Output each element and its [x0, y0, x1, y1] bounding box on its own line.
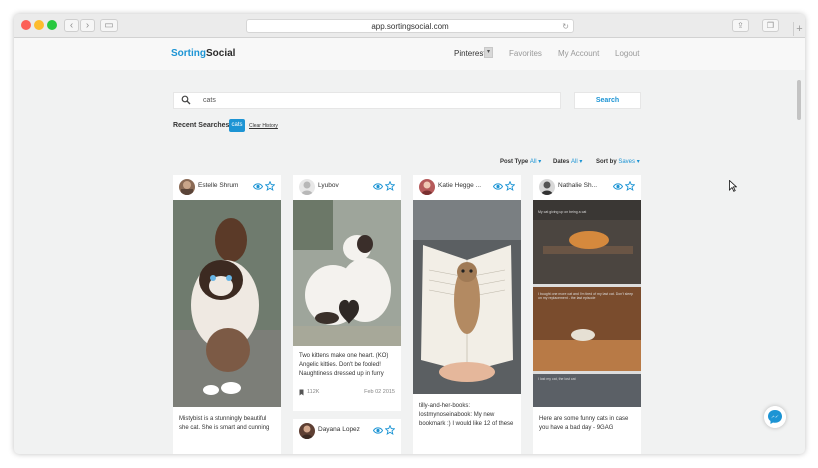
- star-icon[interactable]: [625, 181, 635, 191]
- dates-value: All: [571, 159, 578, 165]
- close-window-button[interactable]: [21, 20, 31, 30]
- logo-part-sorting: Sorting: [171, 48, 206, 59]
- post-type-label: Post Type: [500, 159, 529, 165]
- pin-card[interactable]: Dayana Lopez: [293, 419, 401, 454]
- card-username[interactable]: Estelle Shrum: [198, 182, 238, 189]
- logo-part-social: Social: [206, 48, 236, 59]
- search-icon: [181, 95, 191, 105]
- bookmark-icon: [299, 389, 304, 396]
- pin-card[interactable]: Nathalie Sh... My cat giving up on being…: [533, 175, 641, 454]
- back-button[interactable]: ‹: [64, 19, 79, 32]
- star-icon[interactable]: [385, 181, 395, 191]
- search-button[interactable]: Search: [574, 92, 641, 109]
- share-button[interactable]: ⇪: [732, 19, 749, 32]
- tabs-button[interactable]: ❐: [762, 19, 779, 32]
- sidebar-icon: ▭: [104, 20, 114, 31]
- pin-card[interactable]: Katie Hegge ... tilly-and-her-books: los…: [413, 175, 521, 454]
- avatar[interactable]: [179, 179, 195, 195]
- pin-image[interactable]: [413, 200, 521, 394]
- nav-my-account[interactable]: My Account: [558, 49, 599, 58]
- image-caption: I lost my cat, the lost cat: [538, 377, 576, 381]
- pin-card[interactable]: Lyubov Two kittens make one heart. (KO) …: [293, 175, 401, 411]
- page-content: SortingSocial Pinterest ▾ Favorites My A…: [14, 38, 805, 454]
- network-selector-label[interactable]: Pinterest: [454, 49, 486, 58]
- image-caption: I bought one more cat and I'm tired of m…: [538, 292, 634, 300]
- maximize-window-button[interactable]: [47, 20, 57, 30]
- filter-dates[interactable]: Dates All ▾: [553, 158, 582, 165]
- network-dropdown-button[interactable]: ▾: [484, 47, 493, 58]
- share-icon: ⇪: [737, 21, 744, 30]
- plus-icon: +: [796, 23, 803, 35]
- browser-window: ‹ › ▭ app.sortingsocial.com ↻ ⇪ ❐ + Sort…: [14, 14, 805, 454]
- avatar[interactable]: [419, 179, 435, 195]
- recent-searches-label: Recent Searches:: [173, 122, 232, 129]
- caret-down-icon: ▾: [635, 159, 640, 165]
- avatar[interactable]: [299, 423, 315, 439]
- card-description: Two kittens make one heart. (KO) Angelic…: [299, 353, 389, 377]
- pin-image[interactable]: [533, 200, 641, 407]
- card-header: Estelle Shrum: [173, 175, 281, 199]
- avatar[interactable]: [299, 179, 315, 195]
- pin-card[interactable]: Estelle Shrum Mistybist is a stunningly …: [173, 175, 281, 454]
- pin-image[interactable]: [293, 200, 401, 346]
- chevron-left-icon: ‹: [69, 20, 74, 31]
- mouse-cursor-icon: [729, 180, 737, 192]
- forward-button[interactable]: ›: [80, 19, 95, 32]
- dates-label: Dates: [553, 159, 570, 165]
- sidebar-toggle-button[interactable]: ▭: [100, 19, 118, 32]
- card-username[interactable]: Nathalie Sh...: [558, 182, 597, 189]
- caret-down-icon: ▾: [577, 159, 583, 165]
- clear-history-link[interactable]: Clear History: [249, 123, 278, 129]
- logo[interactable]: SortingSocial: [171, 48, 235, 59]
- nav-favorites[interactable]: Favorites: [509, 49, 542, 58]
- sort-by-value: Saves: [618, 159, 636, 165]
- chevron-right-icon: ›: [85, 20, 90, 31]
- address-bar[interactable]: app.sortingsocial.com ↻: [246, 19, 574, 33]
- card-description: tilly-and-her-books: lostmynoseinabook: …: [419, 403, 514, 427]
- recent-search-tag[interactable]: cats: [229, 119, 245, 132]
- eye-icon[interactable]: [493, 182, 503, 191]
- eye-icon[interactable]: [253, 182, 263, 191]
- card-date: Feb 02 2015: [364, 389, 395, 395]
- new-tab-button[interactable]: +: [793, 22, 805, 36]
- tabs-icon: ❐: [766, 21, 775, 30]
- eye-icon[interactable]: [373, 426, 383, 435]
- browser-chrome: ‹ › ▭ app.sortingsocial.com ↻ ⇪ ❐ +: [14, 14, 805, 38]
- card-username[interactable]: Lyubov: [318, 182, 339, 189]
- minimize-window-button[interactable]: [34, 20, 44, 30]
- caret-down-icon: ▾: [486, 49, 490, 55]
- scrollbar-thumb[interactable]: [797, 80, 801, 120]
- top-navigation: SortingSocial Pinterest ▾ Favorites My A…: [14, 38, 805, 70]
- eye-icon[interactable]: [373, 182, 383, 191]
- pin-image[interactable]: [173, 200, 281, 407]
- search-box: [173, 92, 561, 109]
- card-description: Here are some funny cats in case you hav…: [539, 416, 629, 431]
- card-username[interactable]: Dayana Lopez: [318, 426, 360, 433]
- reload-icon[interactable]: ↻: [562, 20, 569, 33]
- star-icon[interactable]: [265, 181, 275, 191]
- card-meta: 112K Feb 02 2015: [299, 389, 395, 396]
- star-icon[interactable]: [385, 425, 395, 435]
- nav-logout[interactable]: Logout: [615, 49, 639, 58]
- page-scrollbar[interactable]: [796, 76, 802, 448]
- image-caption: My cat giving up on being a cat: [538, 210, 587, 214]
- eye-icon[interactable]: [613, 182, 623, 191]
- card-header: Lyubov: [293, 175, 401, 199]
- avatar[interactable]: [539, 179, 555, 195]
- post-type-value: All: [529, 159, 537, 165]
- filter-sort-by[interactable]: Sort by Saves ▾: [596, 158, 640, 165]
- card-header: Nathalie Sh...: [533, 175, 641, 199]
- card-username[interactable]: Katie Hegge ...: [438, 182, 481, 189]
- card-header: Dayana Lopez: [293, 419, 401, 443]
- url-text: app.sortingsocial.com: [371, 22, 449, 31]
- caret-down-icon: ▾: [536, 159, 542, 165]
- card-header: Katie Hegge ...: [413, 175, 521, 199]
- filter-post-type[interactable]: Post Type All ▾: [500, 158, 541, 165]
- sort-by-label: Sort by: [596, 159, 617, 165]
- messenger-chat-button[interactable]: [764, 406, 786, 428]
- star-icon[interactable]: [505, 181, 515, 191]
- card-saves-count: 112K: [307, 389, 320, 395]
- search-input[interactable]: [203, 94, 553, 107]
- card-description: Mistybist is a stunningly beautiful she …: [179, 416, 270, 431]
